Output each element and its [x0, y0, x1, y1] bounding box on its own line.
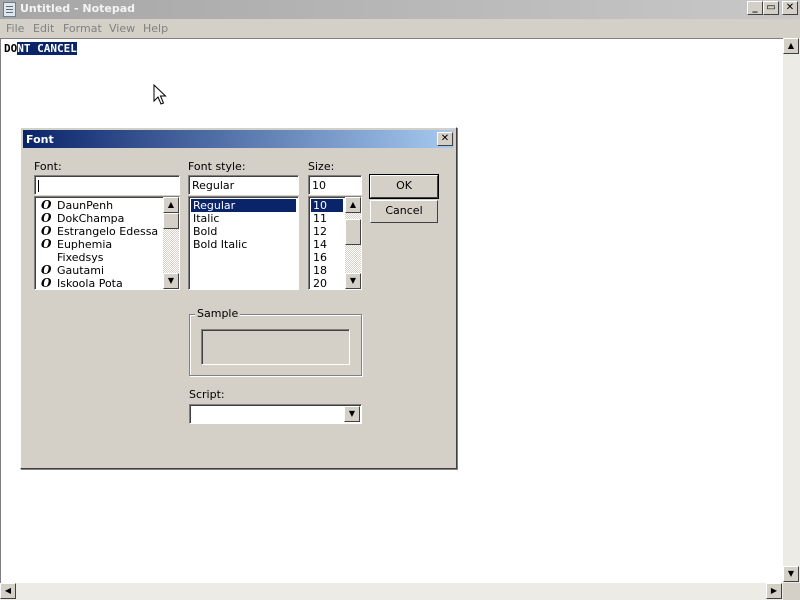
- scroll-right-button[interactable]: ▶: [766, 583, 782, 599]
- size-list-scroll-up-button[interactable]: ▲: [345, 197, 361, 213]
- opentype-icon: O: [41, 276, 52, 290]
- scroll-down-button[interactable]: ▼: [783, 566, 799, 582]
- size-list-scrollbar[interactable]: ▲ ▼: [345, 197, 361, 289]
- script-label: Script:: [189, 388, 225, 401]
- script-dropdown[interactable]: ▼: [189, 404, 362, 424]
- cancel-button[interactable]: Cancel: [370, 200, 438, 223]
- font-list-item[interactable]: O Euphemia: [37, 237, 161, 252]
- size-list-scroll-down-button[interactable]: ▼: [345, 273, 361, 289]
- notepad-icon: [3, 2, 16, 17]
- size-grip[interactable]: [783, 583, 800, 600]
- font-list-item-label: Gautami: [57, 264, 105, 277]
- font-name-input[interactable]: [34, 175, 180, 195]
- font-list-item[interactable]: Fixedsys: [37, 251, 161, 264]
- maximize-button[interactable]: ▭: [763, 1, 779, 15]
- editor-content: DONT CANCEL: [4, 42, 77, 55]
- font-style-list[interactable]: Regular Italic Bold Bold Italic: [188, 196, 299, 290]
- window-title: Untitled - Notepad: [20, 2, 136, 15]
- font-list[interactable]: O DaunPenh O DokChampa O Estrangelo Edessa O Eu…: [34, 196, 180, 290]
- font-list-scrollbar[interactable]: ▲ ▼: [163, 197, 179, 289]
- font-list-item[interactable]: O Gautami: [37, 264, 161, 278]
- notepad-titlebar[interactable]: Untitled - Notepad _ ▭ ✕: [0, 0, 800, 19]
- font-list-item[interactable]: O DokChampa: [37, 212, 161, 226]
- close-button[interactable]: ✕: [782, 1, 798, 15]
- size-list-scroll-thumb[interactable]: [345, 219, 361, 245]
- menu-format[interactable]: Format: [63, 22, 102, 35]
- size-label: Size:: [308, 160, 335, 173]
- font-list-item-label: DokChampa: [57, 212, 125, 225]
- dialog-close-button[interactable]: ✕: [437, 132, 453, 146]
- minimize-button[interactable]: _: [747, 1, 763, 15]
- size-input[interactable]: 10: [308, 175, 362, 195]
- font-list-scroll-thumb[interactable]: [163, 213, 179, 229]
- font-list-item[interactable]: O Iskoola Pota: [37, 277, 161, 290]
- font-dialog: Font ✕ Font: O DaunPenh O DokChampa O Estrang…: [20, 127, 457, 469]
- size-list-item[interactable]: 18: [311, 264, 343, 277]
- font-list-item-label: DaunPenh: [57, 199, 114, 212]
- font-style-item[interactable]: Bold Italic: [191, 238, 296, 251]
- font-list-scroll-up-button[interactable]: ▲: [163, 197, 179, 213]
- font-list-item-label: Euphemia: [57, 238, 113, 251]
- font-list-item-label: Iskoola Pota: [57, 277, 123, 290]
- menu-help[interactable]: Help: [143, 22, 168, 35]
- horizontal-scrollbar[interactable]: ◀ ▶: [0, 583, 783, 600]
- mouse-pointer-icon: [153, 84, 167, 105]
- sample-preview: [201, 329, 350, 365]
- size-list-item[interactable]: 10: [311, 199, 343, 212]
- sample-label: Sample: [195, 307, 241, 320]
- font-style-input[interactable]: Regular: [188, 175, 299, 195]
- size-list-item[interactable]: 11: [311, 212, 343, 225]
- font-dialog-title: Font: [26, 133, 54, 146]
- font-style-item[interactable]: Italic: [191, 212, 296, 225]
- menu-file[interactable]: File: [6, 22, 24, 35]
- opentype-icon: O: [41, 237, 52, 251]
- ok-button[interactable]: OK: [369, 174, 439, 199]
- font-dialog-titlebar[interactable]: Font ✕: [23, 130, 454, 148]
- font-label: Font:: [34, 160, 62, 173]
- menu-edit[interactable]: Edit: [33, 22, 54, 35]
- size-list[interactable]: 10 11 12 14 16 18 20 ▲ ▼: [308, 196, 362, 290]
- selected-text: NT CANCEL: [17, 42, 77, 55]
- menu-view[interactable]: View: [109, 22, 135, 35]
- size-list-item[interactable]: 12: [311, 225, 343, 238]
- font-list-item-label: Fixedsys: [57, 251, 104, 264]
- font-list-item-label: Estrangelo Edessa: [57, 225, 159, 238]
- vertical-scrollbar[interactable]: ▲ ▼: [783, 38, 800, 583]
- size-list-item[interactable]: 16: [311, 251, 343, 264]
- size-list-item[interactable]: 14: [311, 238, 343, 251]
- size-list-item[interactable]: 20: [311, 277, 343, 289]
- font-list-scroll-down-button[interactable]: ▼: [163, 273, 179, 289]
- font-style-item[interactable]: Regular: [191, 199, 296, 212]
- font-style-label: Font style:: [188, 160, 246, 173]
- unselected-text: DO: [4, 42, 18, 55]
- text-caret: [38, 180, 39, 192]
- font-style-item[interactable]: Bold: [191, 225, 296, 238]
- font-list-item[interactable]: O Estrangelo Edessa: [37, 225, 161, 239]
- font-list-item[interactable]: O DaunPenh: [37, 199, 161, 213]
- scroll-left-button[interactable]: ◀: [0, 583, 16, 599]
- menu-bar: File Edit Format View Help: [0, 19, 800, 38]
- chevron-down-icon[interactable]: ▼: [344, 406, 360, 422]
- scroll-up-button[interactable]: ▲: [783, 38, 799, 54]
